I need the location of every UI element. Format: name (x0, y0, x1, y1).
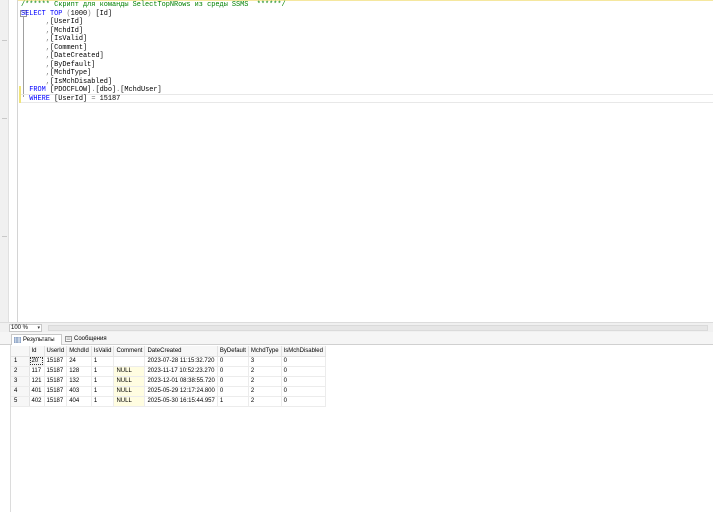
grid-cell[interactable]: 0 (281, 396, 326, 407)
code-line: ,[IsMchDisabled] (21, 77, 112, 86)
code-line: ,[DateCreated] (21, 52, 104, 60)
row-number[interactable]: 2 (11, 366, 30, 377)
grid-cell[interactable]: 1 (91, 366, 115, 377)
table-row[interactable]: 4 401 15187 403 1 NULL 2025-05-29 12:17:24.800… (11, 386, 326, 397)
grid-cell[interactable]: 2023-07-28 11:15:32.720 (144, 356, 218, 367)
zoom-value: 100 % (11, 325, 29, 331)
code-line: FROM [PDOCFLOW].[dbo].[MchdUser] (21, 86, 162, 94)
grid-cell[interactable] (113, 356, 146, 367)
grid-cell[interactable]: 2025-05-29 12:17:24.800 (144, 386, 218, 397)
code-text[interactable]: /****** Скрипт для команды SelectTopNRow… (21, 1, 711, 103)
grid-cell[interactable]: 1 (217, 396, 249, 407)
table-row[interactable]: 5 402 15187 404 1 NULL 2025-05-30 16:15:44.957… (11, 396, 326, 407)
table-row[interactable]: 2 117 15187 128 1 NULL 2023-11-17 10:52:23.270… (11, 366, 326, 377)
editor-margin: − (9, 0, 27, 322)
grid-cell[interactable]: 2 (248, 396, 282, 407)
code-line: /****** Скрипт для команды SelectTopNRow… (21, 1, 286, 9)
grid-cell[interactable]: NULL (113, 366, 146, 377)
grid-cell[interactable]: NULL (113, 376, 146, 387)
grid-cell[interactable]: 403 (66, 386, 92, 397)
code-line: WHERE [UserId] = 15187 (21, 94, 121, 103)
code-line: ,[IsValid] (21, 35, 88, 43)
code-line: SELECT TOP (1000) [Id] (21, 9, 113, 18)
grid-cell[interactable]: 2023-11-17 10:52:23.270 (144, 366, 218, 377)
table-row[interactable]: 1 20 15187 24 1 2023-07-28 11:15:32.720 0 3 0 (11, 356, 326, 367)
tab-messages[interactable]: Сообщения (63, 334, 109, 345)
grid-cell[interactable]: 1 (91, 376, 115, 387)
grid-cell[interactable]: 20 (29, 356, 45, 367)
zoom-select[interactable]: 100 % ▾ (9, 324, 42, 332)
grid-cell[interactable]: 2 (248, 376, 282, 387)
row-number[interactable]: 1 (11, 356, 30, 367)
grid-cell[interactable]: 24 (66, 356, 92, 367)
column-header[interactable]: IsMchDisabled (281, 346, 326, 357)
grid-cell[interactable]: 0 (217, 386, 249, 397)
grid-cell[interactable]: 121 (29, 376, 45, 387)
grid-cell[interactable]: 2 (248, 366, 282, 377)
grid-cell[interactable]: NULL (113, 386, 146, 397)
grid-cell[interactable]: 15187 (44, 386, 68, 397)
grid-cell[interactable]: 132 (66, 376, 92, 387)
grid-cell[interactable]: 0 (281, 366, 326, 377)
grid-cell[interactable]: 0 (281, 356, 326, 367)
grid-cell[interactable]: 15187 (44, 396, 68, 407)
row-number[interactable]: 5 (11, 396, 30, 407)
grid-cell[interactable]: 2023-12-01 08:38:55.720 (144, 376, 218, 387)
code-line: ,[MchdId] (21, 26, 84, 35)
horizontal-scrollbar[interactable] (48, 325, 708, 331)
grid-header-row: Id UserId MchdId IsValid Comment DateCreated B… (11, 346, 326, 357)
table-row[interactable]: 3 121 15187 132 1 NULL 2023-12-01 08:38:55.720… (11, 376, 326, 387)
grid-cell[interactable]: 0 (217, 356, 249, 367)
column-header[interactable]: UserId (44, 346, 68, 357)
column-header[interactable]: IsValid (91, 346, 115, 357)
column-header[interactable]: MchdType (248, 346, 282, 357)
grid-cell[interactable]: 1 (91, 386, 115, 397)
editor-left-strip (0, 0, 9, 322)
results-tabbar: Результаты Сообщения (0, 332, 713, 345)
grid-cell[interactable]: 402 (29, 396, 45, 407)
row-number[interactable]: 3 (11, 376, 30, 387)
grid-cell[interactable]: 404 (66, 396, 92, 407)
grid-cell[interactable]: 1 (91, 356, 115, 367)
grid-cell[interactable]: NULL (113, 396, 146, 407)
grid-cell[interactable]: 2025-05-30 16:15:44.957 (144, 396, 218, 407)
column-header[interactable]: DateCreated (144, 346, 218, 357)
column-header[interactable]: MchdId (66, 346, 92, 357)
column-header[interactable]: Comment (113, 346, 146, 357)
grid-cell[interactable]: 117 (29, 366, 45, 377)
grid-cell[interactable]: 3 (248, 356, 282, 367)
grid-body: 1 20 15187 24 1 2023-07-28 11:15:32.720 0 3 0 2 11… (11, 356, 326, 407)
zoom-bar: 100 % ▾ (0, 322, 713, 332)
code-line: ,[MchdType] (21, 69, 92, 77)
grid-corner[interactable] (11, 346, 30, 357)
grid-cell[interactable]: 0 (217, 366, 249, 377)
tab-results-label: Результаты (23, 337, 55, 343)
grid-cell[interactable]: 0 (281, 386, 326, 397)
grid-cell[interactable]: 0 (217, 376, 249, 387)
messages-icon (65, 336, 72, 342)
grid-cell[interactable]: 128 (66, 366, 92, 377)
code-line: ,[Comment] (21, 43, 88, 52)
column-header[interactable]: Id (29, 346, 45, 357)
results-grid[interactable]: Id UserId MchdId IsValid Comment DateCreated B… (11, 346, 326, 407)
tab-results[interactable]: Результаты (11, 334, 62, 345)
results-pane: Результаты Сообщения Id UserId MchdId IsVal… (0, 332, 713, 512)
chevron-down-icon: ▾ (37, 325, 40, 331)
row-number[interactable]: 4 (11, 386, 30, 397)
grid-cell[interactable]: 2 (248, 386, 282, 397)
grid-cell[interactable]: 1 (91, 396, 115, 407)
code-line: ,[ByDefault] (21, 60, 96, 69)
grid-cell[interactable]: 15187 (44, 376, 68, 387)
query-editor[interactable]: − /****** Скрипт для команды SelectTopNR… (0, 0, 713, 322)
grid-icon (14, 337, 21, 343)
tab-messages-label: Сообщения (74, 336, 107, 342)
column-header[interactable]: ByDefault (217, 346, 249, 357)
grid-cell[interactable]: 15187 (44, 366, 68, 377)
grid-cell[interactable]: 401 (29, 386, 45, 397)
code-line: ,[UserId] (21, 18, 84, 26)
grid-cell[interactable]: 15187 (44, 356, 68, 367)
grid-cell[interactable]: 0 (281, 376, 326, 387)
